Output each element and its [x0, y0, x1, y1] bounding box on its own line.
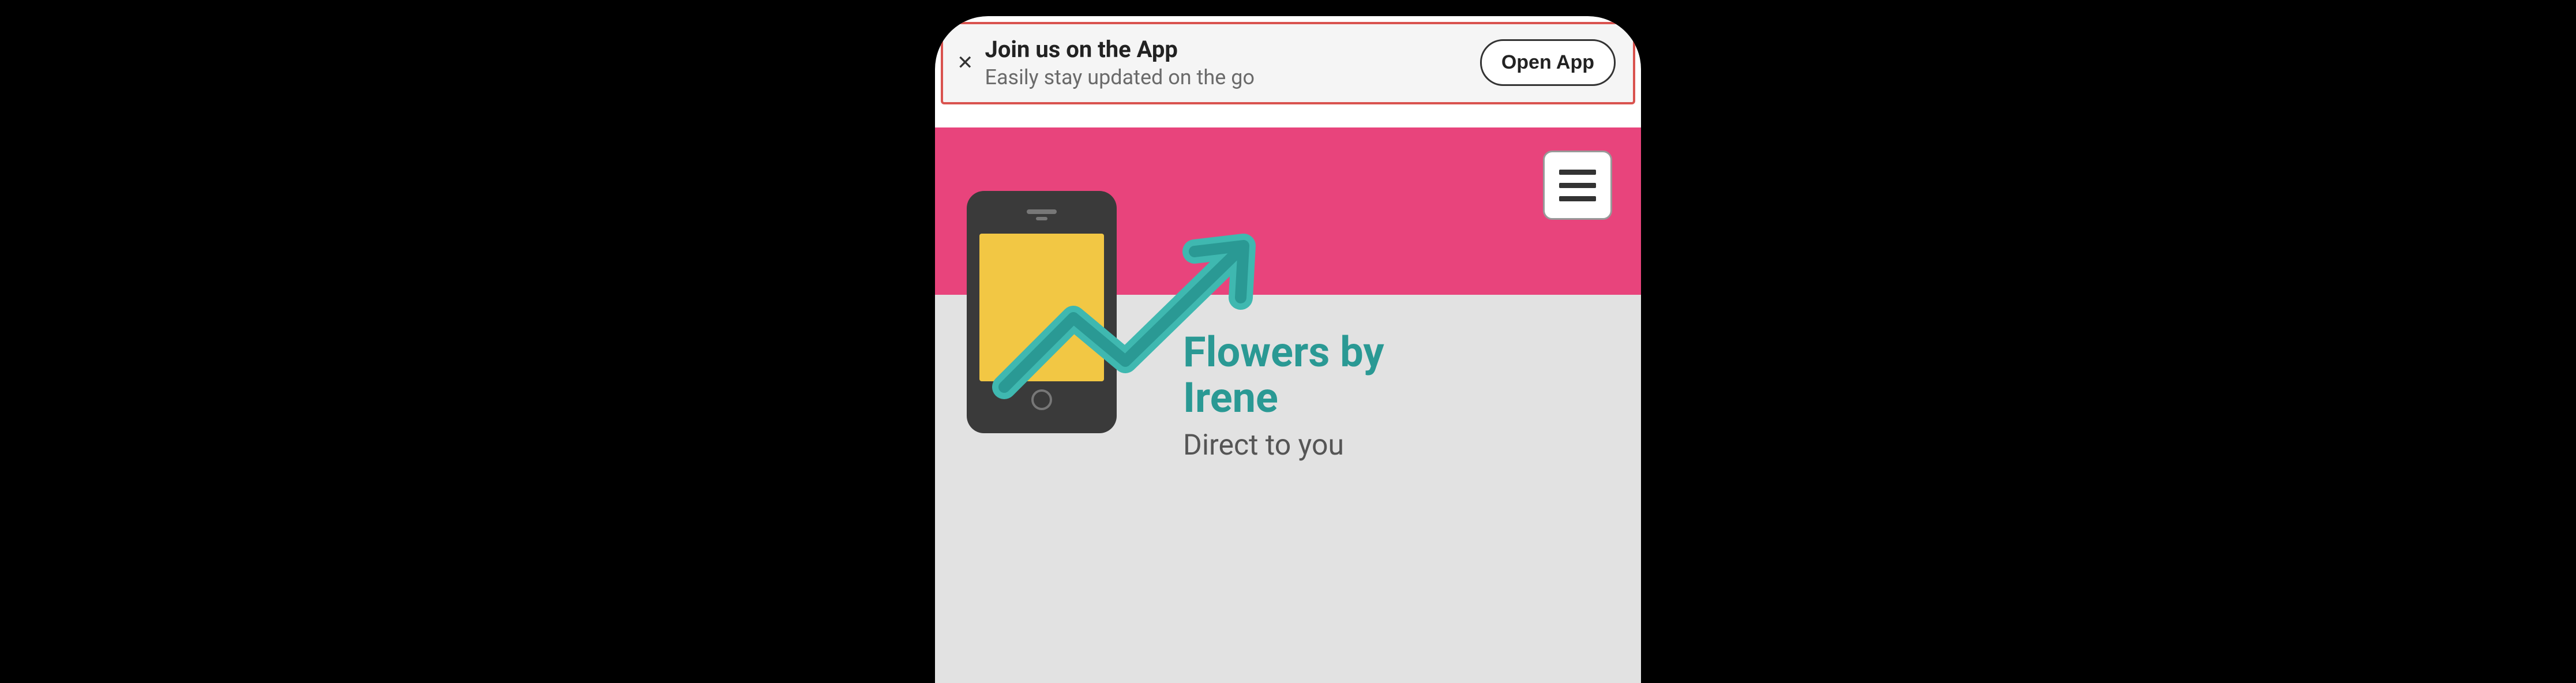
phone-illustration-icon — [967, 191, 1117, 433]
banner-title: Join us on the App — [985, 36, 1480, 63]
open-app-button[interactable]: Open App — [1480, 39, 1616, 86]
main-content: Flowers by Irene Direct to you — [935, 295, 1641, 683]
brand-title-line2: Irene — [1183, 373, 1278, 422]
brand-title-line1: Flowers by — [1183, 328, 1384, 377]
brand-text-block: Flowers by Irene Direct to you — [1183, 329, 1384, 462]
spacer — [935, 104, 1641, 127]
brand-tagline: Direct to you — [1183, 429, 1384, 462]
banner-text-block: Join us on the App Easily stay updated o… — [981, 36, 1480, 89]
hamburger-menu-icon[interactable] — [1543, 151, 1612, 220]
close-icon[interactable]: ✕ — [953, 53, 981, 73]
phone-device-frame: ✕ Join us on the App Easily stay updated… — [919, 0, 1657, 683]
brand-title: Flowers by Irene — [1183, 329, 1384, 421]
site-logo — [967, 191, 1117, 433]
app-install-banner: ✕ Join us on the App Easily stay updated… — [941, 22, 1635, 104]
banner-subtitle: Easily stay updated on the go — [985, 65, 1480, 89]
